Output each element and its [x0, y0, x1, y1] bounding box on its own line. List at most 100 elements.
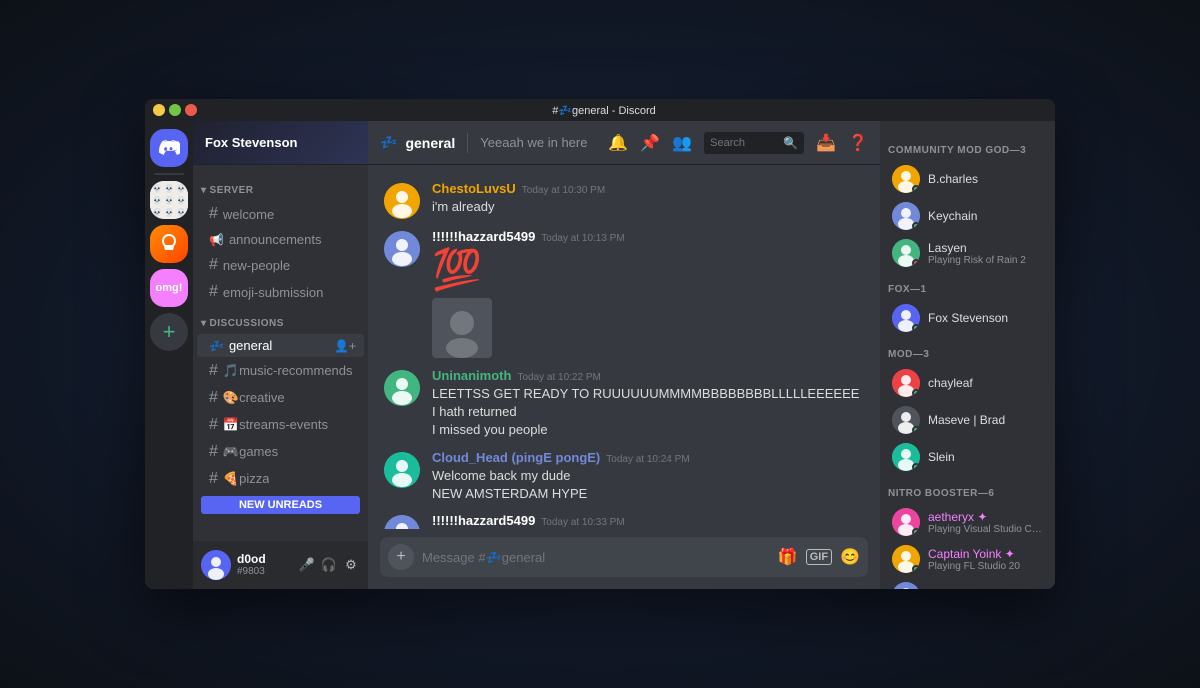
add-server-button[interactable]: +: [150, 313, 188, 351]
message-text: I missed you people: [432, 421, 864, 439]
channel-welcome[interactable]: # welcome: [197, 201, 364, 227]
avatar: [384, 183, 420, 219]
message-author[interactable]: !!!!!!hazzard5499: [432, 229, 535, 244]
member-item[interactable]: Slein: [884, 439, 1051, 475]
message-group: ChestoLuvsU Today at 10:30 PM i'm alread…: [368, 177, 880, 223]
member-avatar: [892, 165, 920, 193]
member-item[interactable]: Keychain: [884, 198, 1051, 234]
add-member-icon[interactable]: 👤+: [334, 339, 356, 353]
attach-button[interactable]: +: [388, 544, 414, 570]
member-name: Fox Stevenson: [928, 311, 1043, 325]
search-placeholder: Search: [710, 137, 779, 149]
message-text: Welcome back my dude: [432, 467, 864, 485]
channel-creative[interactable]: # 🎨creative: [197, 385, 364, 411]
channel-hash-icon-4: 💤: [209, 339, 224, 353]
channel-hash-icon-3: #: [209, 283, 218, 301]
member-item[interactable]: Fox Stevenson: [884, 300, 1051, 336]
member-avatar: [892, 443, 920, 471]
pin-icon[interactable]: 📌: [640, 133, 660, 153]
member-name: B.charles: [928, 172, 1043, 186]
message-author[interactable]: Cloud_Head (pingE pongE): [432, 450, 600, 465]
channel-streams-events[interactable]: # 📅streams-events: [197, 412, 364, 438]
deafen-button[interactable]: 🎧: [320, 556, 338, 574]
channel-announcements[interactable]: 📢 announcements: [197, 228, 364, 251]
window-title: #💤general - Discord: [197, 104, 1011, 117]
header-actions: 🔔 📌 👥 Search 🔍 📥 ❓: [608, 132, 868, 154]
member-avatar: [892, 202, 920, 230]
message-input-wrapper: + 🎁 GIF 😊: [380, 537, 868, 577]
message-header: !!!!!!hazzard5499 Today at 10:33 PM: [432, 513, 864, 528]
message-author[interactable]: ChestoLuvsU: [432, 181, 516, 196]
member-info: B.charles: [928, 172, 1043, 186]
svg-text:💀: 💀: [164, 207, 174, 217]
member-item[interactable]: B.charles: [884, 161, 1051, 197]
title-bar: #💤general - Discord: [145, 99, 1055, 121]
minimize-button[interactable]: [153, 104, 165, 116]
message-content: Cloud_Head (pingE pongE) Today at 10:24 …: [432, 450, 864, 503]
maximize-button[interactable]: [169, 104, 181, 116]
server-name: Fox Stevenson: [205, 135, 297, 150]
channel-music-recommends[interactable]: # 🎵music-recommends: [197, 358, 364, 384]
member-name: Slein: [928, 450, 1043, 464]
settings-button[interactable]: ⚙: [342, 556, 360, 574]
message-author[interactable]: Uninanimoth: [432, 368, 511, 383]
channel-games[interactable]: # 🎮games: [197, 439, 364, 465]
message-group: !!!!!!hazzard5499 Today at 10:33 PM Yess: [368, 509, 880, 529]
avatar: [384, 370, 420, 406]
server-icon-omg[interactable]: omg!: [150, 269, 188, 307]
server-icon-fox[interactable]: [150, 225, 188, 263]
status-dot: [912, 185, 920, 193]
member-item[interactable]: Captain Yoink ✦ Playing FL Studio 20: [884, 541, 1051, 577]
channel-topic: Yeeaah we in here: [480, 135, 587, 150]
notification-bell-icon[interactable]: 🔔: [608, 133, 628, 153]
close-button[interactable]: [185, 104, 197, 116]
new-unreads-bar[interactable]: NEW UNREADS: [201, 496, 360, 514]
status-dot: [912, 463, 920, 471]
member-info: Fox Stevenson: [928, 311, 1043, 325]
message-author[interactable]: !!!!!!hazzard5499: [432, 513, 535, 528]
gif-button[interactable]: GIF: [806, 549, 832, 565]
member-item[interactable]: GeorgeK | Zelvan ✦: [884, 578, 1051, 589]
inbox-icon[interactable]: 📥: [816, 133, 836, 153]
server-icon-skull[interactable]: 💀 💀 💀 💀 💀 💀 💀 💀 💀: [150, 181, 188, 219]
category-server[interactable]: ▾ SERVER: [193, 173, 368, 200]
message-input-area: + 🎁 GIF 😊: [368, 529, 880, 589]
mute-button[interactable]: 🎤: [298, 556, 316, 574]
user-avatar: [201, 550, 231, 580]
message-text: I hath returned: [432, 403, 864, 421]
member-name: Lasyen: [928, 241, 1043, 255]
svg-text:💀: 💀: [152, 207, 162, 217]
member-item[interactable]: Lasyen Playing Risk of Rain 2: [884, 235, 1051, 271]
member-category-fox: FOX—1: [880, 272, 1055, 299]
member-category-mod-god: COMMUNITY MOD GOD—3: [880, 133, 1055, 160]
message-group: !!!!!!hazzard5499 Today at 10:13 PM 💯: [368, 225, 880, 362]
server-header[interactable]: Fox Stevenson: [193, 121, 368, 165]
username: d0od: [237, 552, 292, 566]
discord-home-button[interactable]: [150, 129, 188, 167]
channel-emoji-submission[interactable]: # emoji-submission: [197, 279, 364, 305]
message-timestamp: Today at 10:33 PM: [541, 517, 624, 528]
member-item[interactable]: aetheryx ✦ Playing Visual Studio Code: [884, 504, 1051, 540]
member-avatar: [892, 239, 920, 267]
member-avatar: [892, 369, 920, 397]
message-input[interactable]: [422, 550, 770, 565]
channel-general[interactable]: 💤 general 👤+: [197, 334, 364, 357]
gift-icon[interactable]: 🎁: [778, 547, 798, 567]
members-icon[interactable]: 👥: [672, 133, 692, 153]
emoji-button[interactable]: 😊: [840, 547, 860, 567]
help-icon[interactable]: ❓: [848, 133, 868, 153]
status-dot: [912, 426, 920, 434]
channel-new-people[interactable]: # new-people: [197, 252, 364, 278]
member-item[interactable]: chayleaf: [884, 365, 1051, 401]
member-info: aetheryx ✦ Playing Visual Studio Code: [928, 510, 1043, 535]
search-bar[interactable]: Search 🔍: [704, 132, 804, 154]
message-timestamp: Today at 10:24 PM: [606, 454, 689, 465]
status-dot: [912, 259, 920, 267]
svg-text:💀: 💀: [164, 183, 174, 193]
message-header: ChestoLuvsU Today at 10:30 PM: [432, 181, 864, 196]
member-item[interactable]: Maseve | Brad: [884, 402, 1051, 438]
channel-pizza[interactable]: # 🍕pizza: [197, 466, 364, 492]
channel-hash-icon-7: #: [209, 416, 218, 434]
member-info: Maseve | Brad: [928, 413, 1043, 427]
category-discussions[interactable]: ▾ DISCUSSIONS: [193, 306, 368, 333]
